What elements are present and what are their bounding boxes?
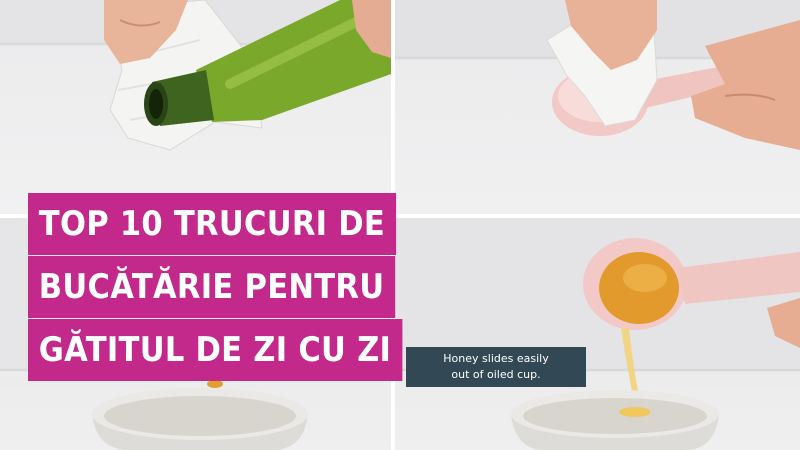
photo-oil-bottle-paper-towel [0,0,391,214]
caption-line-1: Honey slides easily [443,352,549,365]
oil-bottle-illustration [104,0,391,151]
title-line-2: BUCĂTĂRIE PENTRU [28,256,396,318]
photo-caption: Honey slides easily out of oiled cup. [406,347,586,387]
photo-oiling-measuring-cup [395,0,800,214]
caption-line-2: out of oiled cup. [451,368,541,381]
title-line-1: TOP 10 TRUCURI DE [28,193,396,255]
title-line-3: GĂTITUL DE ZI CU ZI [28,319,403,381]
measuring-cup-illustration [546,0,800,150]
photo-honey-pouring [395,218,800,450]
honey-pour-illustration [511,238,800,450]
